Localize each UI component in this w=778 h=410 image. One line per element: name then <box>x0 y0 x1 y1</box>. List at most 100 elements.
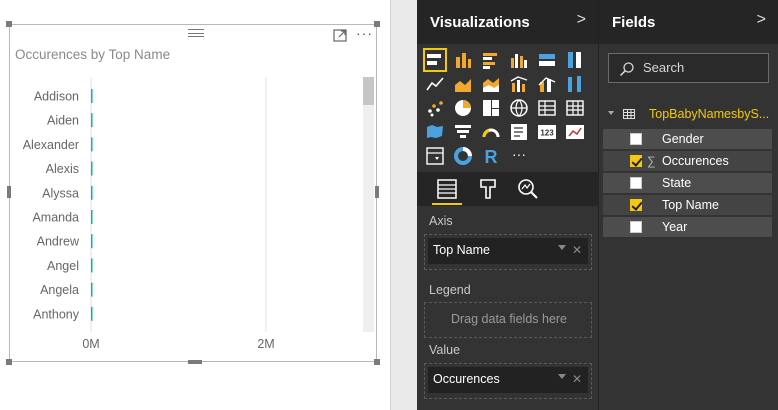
bar[interactable] <box>91 161 93 176</box>
field-checkbox[interactable] <box>630 133 642 145</box>
map-icon[interactable] <box>508 97 530 119</box>
field-name: State <box>662 176 692 190</box>
field-checkbox[interactable] <box>630 199 642 211</box>
visualizations-header: Visualizations > <box>417 0 598 44</box>
more-visuals-icon[interactable]: ··· <box>508 145 530 167</box>
category-label: Alexis <box>46 162 79 176</box>
category-label: Angel <box>47 259 79 273</box>
clustered-column-chart-icon[interactable] <box>508 49 530 71</box>
treemap-icon[interactable] <box>480 97 502 119</box>
card-icon[interactable]: 123 <box>536 121 558 143</box>
table-node[interactable]: TopBabyNamesbyS... <box>599 104 778 126</box>
bar[interactable] <box>91 306 93 321</box>
expand-triangle-icon[interactable] <box>608 111 614 115</box>
field-item[interactable]: Year <box>603 217 772 237</box>
fields-search[interactable] <box>608 53 769 83</box>
bar[interactable] <box>91 89 93 103</box>
table-icon[interactable] <box>536 97 558 119</box>
stacked-bar-chart-icon[interactable] <box>423 48 447 72</box>
bar[interactable] <box>91 258 93 273</box>
field-checkbox[interactable] <box>630 155 642 167</box>
fields-header: Fields > <box>599 0 778 44</box>
kpi-icon[interactable] <box>564 121 586 143</box>
field-item[interactable]: Gender <box>603 129 772 149</box>
category-label: Aiden <box>47 114 79 128</box>
collapse-fields-icon[interactable]: > <box>757 11 766 29</box>
visualizations-title: Visualizations <box>430 14 530 31</box>
filled-map-icon[interactable] <box>424 121 446 143</box>
pie-chart-icon[interactable] <box>452 97 474 119</box>
gauge-icon[interactable] <box>480 121 502 143</box>
category-label: Andrew <box>37 235 80 249</box>
bar-chart-visual[interactable]: ··· Occurences by Top Name 0M 2M Addison Ai… <box>6 21 380 365</box>
canvas-scrollbar[interactable] <box>390 0 417 410</box>
value-well[interactable]: Occurences ✕ <box>424 363 592 399</box>
field-item[interactable]: Top Name <box>603 195 772 215</box>
scatter-chart-icon[interactable] <box>424 97 446 119</box>
clustered-bar-chart-icon[interactable] <box>480 49 502 71</box>
field-name: Top Name <box>662 198 719 212</box>
bar[interactable] <box>91 137 93 152</box>
axis-well-label: Axis <box>429 214 453 228</box>
bar[interactable] <box>91 210 93 224</box>
slicer-icon[interactable] <box>424 145 446 167</box>
bar[interactable] <box>91 282 93 297</box>
100-stacked-column-chart-icon[interactable] <box>564 49 586 71</box>
line-clustered-column-icon[interactable] <box>508 73 530 95</box>
field-name: Gender <box>662 132 704 146</box>
visualizations-pane: Visualizations > 123 R ··· Axis Top Name <box>417 0 599 410</box>
x-tick-label: 0M <box>82 337 99 351</box>
category-label: Alyssa <box>42 186 79 200</box>
category-label: Anthony <box>33 307 80 321</box>
search-icon <box>619 62 634 77</box>
x-tick-label: 2M <box>257 337 274 351</box>
collapse-visualizations-icon[interactable]: > <box>577 11 586 29</box>
value-well-label: Value <box>429 343 461 357</box>
svg-text:···: ··· <box>512 146 526 162</box>
sigma-icon: ∑ <box>647 154 656 168</box>
bar[interactable] <box>91 113 93 128</box>
100-stacked-bar-chart-icon[interactable] <box>536 49 558 71</box>
bar[interactable] <box>91 234 93 249</box>
chevron-down-icon[interactable] <box>558 374 566 379</box>
category-label: Angela <box>40 283 79 297</box>
field-item[interactable]: ∑ Occurences <box>603 151 772 171</box>
multi-row-card-icon[interactable] <box>508 121 530 143</box>
fields-title: Fields <box>612 14 656 31</box>
field-checkbox[interactable] <box>630 177 642 189</box>
format-tab-icon[interactable] <box>475 176 501 202</box>
category-label: Amanda <box>32 211 79 225</box>
fields-tab-icon[interactable] <box>432 176 462 205</box>
field-name: Occurences <box>662 154 729 168</box>
legend-well[interactable]: Drag data fields here <box>424 302 592 338</box>
report-canvas[interactable]: ··· Occurences by Top Name 0M 2M Addison Ai… <box>0 0 390 410</box>
field-checkbox[interactable] <box>630 221 642 233</box>
line-chart-icon[interactable] <box>424 73 446 95</box>
chart-scrollbar[interactable] <box>363 77 374 332</box>
field-item[interactable]: State <box>603 173 772 193</box>
stacked-column-chart-icon[interactable] <box>452 49 474 71</box>
chevron-down-icon[interactable] <box>558 245 566 250</box>
axis-field-pill[interactable]: Top Name ✕ <box>428 238 588 264</box>
legend-well-label: Legend <box>429 283 471 297</box>
analytics-tab-icon[interactable] <box>515 176 541 202</box>
axis-well[interactable]: Top Name ✕ <box>424 234 592 270</box>
search-input[interactable] <box>643 60 763 75</box>
line-stacked-column-icon[interactable] <box>536 73 558 95</box>
remove-field-icon[interactable]: ✕ <box>572 243 582 257</box>
funnel-icon[interactable] <box>452 121 474 143</box>
matrix-icon[interactable] <box>564 97 586 119</box>
bar[interactable] <box>91 185 93 200</box>
chart-scrollbar-thumb[interactable] <box>363 77 374 105</box>
field-name: Year <box>662 220 688 234</box>
visualizations-tabs <box>417 172 599 206</box>
value-field-label: Occurences <box>433 372 500 386</box>
donut-chart-icon[interactable] <box>452 145 474 167</box>
stacked-area-chart-icon[interactable] <box>480 73 502 95</box>
r-script-icon[interactable]: R <box>480 145 502 167</box>
area-chart-icon[interactable] <box>452 73 474 95</box>
value-field-pill[interactable]: Occurences ✕ <box>428 367 588 393</box>
remove-field-icon[interactable]: ✕ <box>572 372 582 386</box>
ribbon-chart-icon[interactable] <box>564 73 586 95</box>
category-label: Addison <box>34 90 79 104</box>
